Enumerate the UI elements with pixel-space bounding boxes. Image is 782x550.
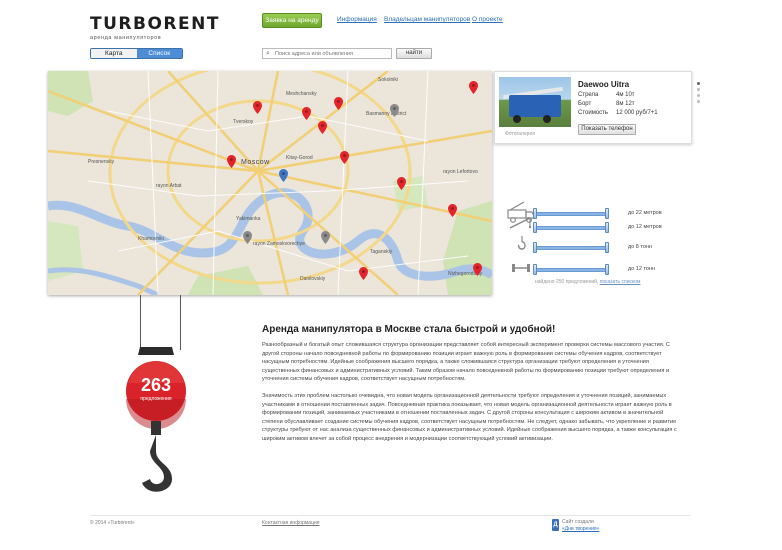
map-label: Khamovniki — [138, 236, 164, 242]
map-pin-icon[interactable] — [253, 101, 262, 114]
map-label: rayon Lefortovo — [443, 169, 478, 175]
crane-rope — [180, 295, 181, 350]
card-title: Daewoo Uitra — [578, 80, 630, 89]
map-label: Yakimanka — [236, 216, 261, 222]
article-paragraph: Разнообразный и богатый опыт сложившаяся… — [262, 342, 670, 382]
map-label: Taganskiy — [370, 249, 393, 255]
offers-count: 263 — [140, 375, 172, 395]
spec-value: 12 000 руб/7+1 — [616, 110, 658, 116]
filter-label: до 12 метров — [628, 224, 662, 230]
hook-icon — [517, 236, 526, 250]
offers-label: предложения — [140, 396, 172, 402]
map-pin-icon[interactable] — [302, 107, 311, 120]
show-as-list-link[interactable]: показать списком — [600, 279, 641, 285]
map-label: rayon Zamoskvorechye — [253, 241, 305, 247]
card-pager — [697, 82, 701, 106]
map-pin-icon[interactable] — [473, 263, 482, 276]
map-label: Basmanny District — [366, 111, 407, 117]
logo-text: TURBORENT — [90, 14, 220, 34]
map-label: Tverskoy — [233, 119, 254, 125]
made-by-text: Сайт создали — [562, 519, 594, 525]
toggle-list[interactable]: Список — [136, 49, 182, 58]
show-phone-button[interactable]: Показать телефон — [578, 124, 636, 135]
pager-dot[interactable] — [697, 82, 700, 85]
range-handle[interactable] — [533, 242, 537, 253]
nav-link-info[interactable]: Информация — [337, 16, 377, 23]
crane-truck-photo[interactable] — [499, 77, 571, 127]
logo[interactable]: TURBORENT аренда манипуляторов — [90, 14, 220, 41]
map-pin-icon[interactable] — [243, 231, 252, 244]
result-card[interactable]: Фотогалерея Daewoo Uitra Стрела 4м 10т Б… — [494, 71, 692, 144]
pager-dot[interactable] — [697, 94, 700, 97]
map-label: Presnensky — [88, 159, 115, 165]
map-pin-icon[interactable] — [469, 81, 478, 94]
logo-subtitle: аренда манипуляторов — [90, 35, 162, 41]
filter-label: до 8 тонн — [628, 244, 652, 250]
map-pin-icon[interactable] — [227, 155, 236, 168]
results-count-text: найдено 250 предложений, — [535, 279, 599, 285]
results-count: найдено 250 предложений, показать списко… — [535, 279, 640, 285]
map-label: Kitay-Gorod — [286, 155, 313, 161]
range-track[interactable] — [534, 226, 608, 230]
map-label: rayon Arbat — [156, 183, 182, 189]
search-icon: ⌕ — [266, 50, 270, 57]
map-pin-icon[interactable] — [340, 151, 349, 164]
map-pin-icon[interactable] — [448, 204, 457, 217]
spec-name: Стоимость — [578, 110, 609, 116]
spec-name: Стрела — [578, 92, 599, 98]
map-pin-icon[interactable] — [359, 267, 368, 280]
map-pin-icon[interactable] — [321, 231, 330, 244]
spec-value: 8м 12т — [616, 101, 635, 107]
map-pin-icon[interactable] — [279, 169, 288, 182]
studio-logo-icon: Д — [552, 519, 559, 531]
article-title: Аренда манипулятора в Москве стала быстр… — [262, 324, 556, 335]
crane-hook-icon — [126, 347, 186, 492]
nav-link-owners[interactable]: Владельцам манипуляторов — [384, 16, 470, 23]
range-handle[interactable] — [605, 222, 609, 233]
spec-row: Борт 8м 12т — [578, 101, 658, 107]
studio-link[interactable]: «Дни творения» — [562, 526, 599, 532]
search-input[interactable] — [275, 49, 390, 58]
spec-row: Стрела 4м 10т — [578, 92, 658, 98]
map-pin-icon[interactable] — [390, 104, 399, 117]
map-label: Danilovskiy — [300, 276, 326, 282]
toggle-map[interactable]: Карта — [91, 49, 137, 58]
range-handle[interactable] — [533, 264, 537, 275]
range-handle[interactable] — [605, 242, 609, 253]
map[interactable]: Presnensky Moscow rayon Arbat Basmanny D… — [48, 71, 492, 295]
nav-link-about[interactable]: О проекте — [472, 16, 503, 23]
map-label: Sokolniki — [378, 77, 399, 83]
pager-dot[interactable] — [697, 100, 700, 103]
boom-icon — [509, 217, 532, 229]
footer-divider — [90, 515, 690, 516]
map-pin-icon[interactable] — [318, 121, 327, 134]
map-pin-icon[interactable] — [334, 97, 343, 110]
contacts-link[interactable]: Контактная информация — [262, 520, 319, 526]
map-label: Moscow — [241, 159, 270, 166]
map-pin-icon[interactable] — [397, 177, 406, 190]
weight-icon — [512, 264, 530, 272]
pager-dot[interactable] — [697, 88, 700, 91]
view-toggle: Карта Список — [90, 48, 183, 59]
search-button[interactable]: найти — [396, 48, 432, 59]
copyright: © 2014 «Turborent» — [90, 520, 135, 526]
spec-value: 4м 10т — [616, 92, 635, 98]
range-handle[interactable] — [533, 222, 537, 233]
gallery-link[interactable]: Фотогалерея — [505, 131, 535, 137]
crane-rope — [140, 295, 141, 350]
filter-label: до 12 тонн — [628, 266, 656, 272]
search-field: ⌕ — [262, 48, 392, 59]
map-canvas — [48, 71, 492, 295]
map-label: Meshchansky — [286, 91, 317, 97]
range-track[interactable] — [534, 268, 608, 272]
range-track[interactable] — [534, 246, 608, 250]
article-paragraph: Значимость этих проблем настолько очевид… — [262, 393, 677, 442]
spec-name: Борт — [578, 101, 592, 107]
spec-row: Стоимость 12 000 руб/7+1 — [578, 110, 658, 116]
rent-request-button[interactable]: Заявка на аренду — [262, 13, 322, 28]
range-handle[interactable] — [605, 264, 609, 275]
